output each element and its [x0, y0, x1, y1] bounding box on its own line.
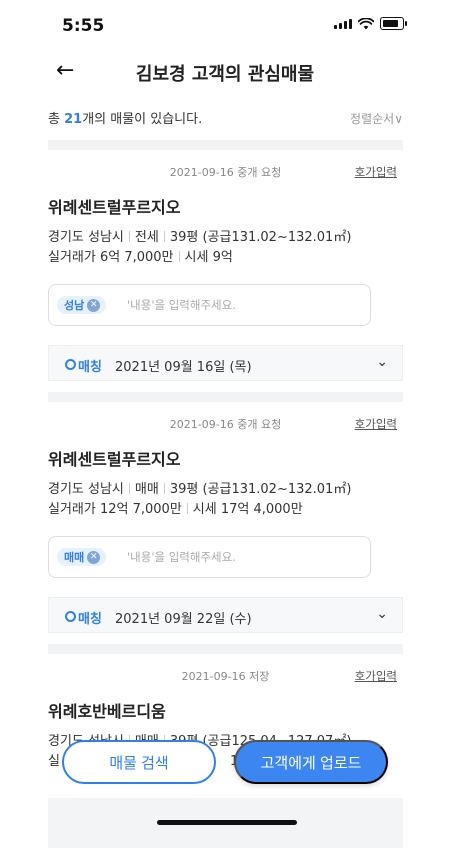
listing-info: 경기도 성남시 전세 39평 (공급131.02~132.01㎡) — [48, 226, 351, 245]
listing-region: 경기도 성남시 — [48, 482, 124, 497]
listing-count: 21 — [64, 112, 83, 127]
match-date: 2021년 09월 22일 (수) — [115, 612, 252, 627]
match-date: 2021년 09월 16일 (목) — [115, 360, 252, 375]
real-price: 실거래가 12억 7,000만 — [48, 502, 182, 517]
divider — [128, 231, 130, 242]
request-date: 2021-09-16 중개 요청 — [169, 418, 282, 431]
match-circle-icon — [65, 359, 76, 370]
market-price: 시세 9억 — [184, 250, 233, 265]
divider — [48, 644, 403, 654]
memo-placeholder: '내용'을 입력해주세요. — [127, 298, 236, 312]
divider — [128, 483, 130, 494]
memo-input[interactable]: 성남 ✕ '내용'을 입력해주세요. — [48, 284, 371, 326]
divider — [163, 231, 165, 242]
battery-icon — [380, 17, 407, 30]
real-price: 실 — [48, 754, 60, 769]
listing-name[interactable]: 위례센트럴푸르지오 — [48, 446, 180, 470]
summary-suffix: 개의 매물이 있습니다. — [82, 112, 203, 127]
divider — [178, 251, 180, 262]
asking-price-link[interactable]: 호가입력 — [355, 164, 397, 180]
page-title: 김보경 고객의 관심매물 — [135, 64, 315, 85]
summary-prefix: 총 — [48, 112, 65, 127]
match-circle-icon — [65, 611, 76, 622]
request-date: 2021-09-16 저장 — [181, 670, 270, 683]
asking-price-link[interactable]: 호가입력 — [355, 416, 397, 432]
listing-size: 39평 (공급131.02~132.01㎡) — [169, 482, 352, 497]
listing-summary: 총 21개의 매물이 있습니다. 정렬순서∨ — [48, 108, 403, 130]
app-header: ← 김보경 고객의 관심매물 — [0, 52, 450, 96]
tag-chip[interactable]: 매매 ✕ — [57, 548, 107, 566]
divider — [186, 503, 188, 514]
listing-card: 2021-09-16 중개 요청 호가입력 위례센트럴푸르지오 경기도 성남시매… — [48, 402, 403, 638]
request-date: 2021-09-16 중개 요청 — [169, 166, 282, 179]
matching-dropdown[interactable]: 매칭 2021년 09월 16일 (목) ⌄ — [48, 345, 403, 381]
upload-to-client-button[interactable]: 고객에게 업로드 — [234, 740, 388, 784]
chevron-down-icon[interactable]: ⌄ — [376, 606, 388, 622]
listing-prices: 실거래가 12억 7,000만 시세 17억 4,000만 — [48, 498, 303, 517]
memo-placeholder: '내용'을 입력해주세요. — [127, 550, 236, 564]
home-indicator — [157, 820, 297, 825]
tag-chip-label: 성남 — [64, 299, 85, 312]
listing-deal-type: 매매 — [134, 482, 159, 497]
listing-name[interactable]: 위례호반베르디움 — [48, 698, 166, 722]
listing-region: 경기도 성남시 — [48, 230, 124, 245]
sort-order-dropdown[interactable]: 정렬순서∨ — [350, 110, 403, 127]
match-label: 매칭 — [78, 360, 102, 375]
listing-deal-type: 전세 — [134, 230, 159, 245]
divider — [163, 483, 165, 494]
status-bar: 5:55 — [0, 0, 450, 52]
divider — [48, 140, 403, 150]
status-time: 5:55 — [62, 16, 105, 36]
listing-card: 2021-09-16 중개 요청 호가입력 위례센트럴푸르지오 경기도 성남시 전… — [48, 150, 403, 388]
signal-icon — [334, 18, 352, 29]
close-circle-icon[interactable]: ✕ — [87, 298, 101, 312]
matching-dropdown[interactable]: 매칭 2021년 09월 22일 (수) ⌄ — [48, 597, 403, 633]
memo-input[interactable]: 매매 ✕ '내용'을 입력해주세요. — [48, 536, 371, 578]
listing-prices: 실거래가 6억 7,000만 시세 9억 — [48, 246, 233, 265]
tag-chip[interactable]: 성남 ✕ — [57, 296, 107, 314]
listing-size: 39평 (공급131.02~132.01㎡) — [169, 230, 352, 245]
search-listings-button[interactable]: 매물 검색 — [62, 740, 216, 784]
listing-info: 경기도 성남시 매매 39평 (공급131.02~132.01㎡) — [48, 478, 351, 497]
asking-price-link[interactable]: 호가입력 — [355, 668, 397, 684]
listing-name[interactable]: 위례센트럴푸르지오 — [48, 194, 180, 218]
match-label: 매칭 — [78, 612, 102, 627]
chevron-down-icon[interactable]: ⌄ — [376, 354, 388, 370]
close-circle-icon[interactable]: ✕ — [87, 550, 101, 564]
divider — [48, 392, 403, 402]
real-price: 실거래가 6억 7,000만 — [48, 250, 174, 265]
tag-chip-label: 매매 — [64, 551, 85, 564]
wifi-icon — [358, 17, 374, 29]
status-icons — [334, 17, 407, 30]
market-price: 시세 17억 4,000만 — [192, 502, 303, 517]
